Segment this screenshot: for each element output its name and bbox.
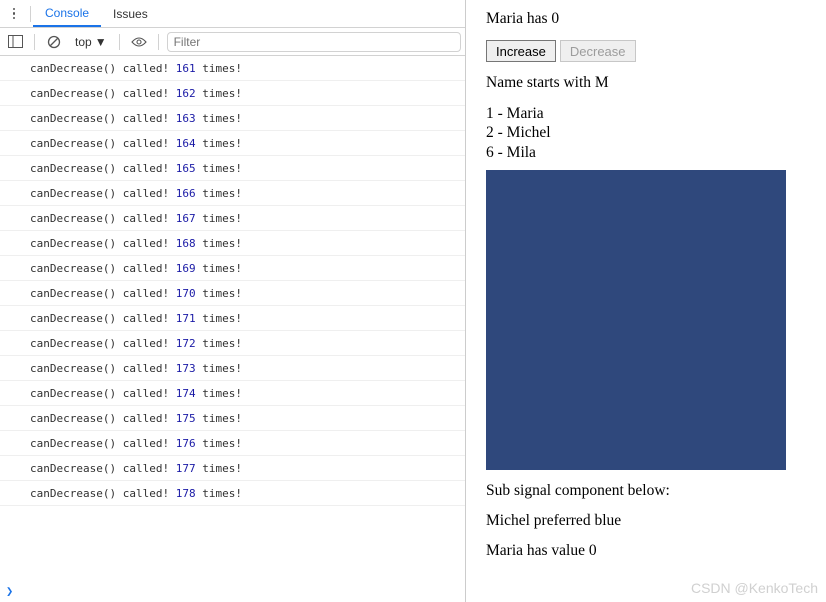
increase-button[interactable]: Increase bbox=[486, 40, 556, 62]
more-menu-icon[interactable] bbox=[4, 4, 24, 24]
log-entry: canDecrease() called! 162 times! bbox=[0, 81, 465, 106]
log-entry: canDecrease() called! 171 times! bbox=[0, 306, 465, 331]
separator bbox=[158, 34, 159, 50]
log-entry: canDecrease() called! 170 times! bbox=[0, 281, 465, 306]
log-entry: canDecrease() called! 178 times! bbox=[0, 481, 465, 506]
devtools-tabs-row: Console Issues bbox=[0, 0, 465, 28]
toggle-sidebar-icon[interactable] bbox=[4, 31, 26, 53]
log-entry: canDecrease() called! 168 times! bbox=[0, 231, 465, 256]
app-pane: Maria has 0 Increase Decrease Name start… bbox=[466, 0, 826, 602]
separator bbox=[34, 34, 35, 50]
console-toolbar: top ▼ bbox=[0, 28, 465, 56]
devtools-panel: Console Issues top ▼ canDecrease() calle… bbox=[0, 0, 466, 602]
log-entry: canDecrease() called! 172 times! bbox=[0, 331, 465, 356]
chevron-down-icon: ▼ bbox=[95, 35, 107, 49]
value-line: Maria has value 0 bbox=[486, 542, 812, 560]
separator bbox=[30, 6, 31, 22]
console-filter-input[interactable] bbox=[167, 32, 461, 52]
log-entry: canDecrease() called! 173 times! bbox=[0, 356, 465, 381]
tab-console[interactable]: Console bbox=[33, 0, 101, 27]
button-row: Increase Decrease bbox=[486, 40, 812, 62]
separator bbox=[119, 34, 120, 50]
log-entry: canDecrease() called! 176 times! bbox=[0, 431, 465, 456]
list-item: 1 - Maria bbox=[486, 104, 812, 123]
tab-issues[interactable]: Issues bbox=[101, 0, 160, 27]
log-entry: canDecrease() called! 177 times! bbox=[0, 456, 465, 481]
clear-console-icon[interactable] bbox=[43, 31, 65, 53]
context-label: top bbox=[75, 35, 92, 49]
log-entry: canDecrease() called! 165 times! bbox=[0, 156, 465, 181]
log-entry: canDecrease() called! 164 times! bbox=[0, 131, 465, 156]
log-entry: canDecrease() called! 166 times! bbox=[0, 181, 465, 206]
list-item: 2 - Michel bbox=[486, 123, 812, 142]
console-prompt[interactable]: ❯ bbox=[0, 580, 465, 602]
preferred-line: Michel preferred blue bbox=[486, 512, 812, 530]
log-entry: canDecrease() called! 169 times! bbox=[0, 256, 465, 281]
sub-signal-label: Sub signal component below: bbox=[486, 482, 812, 500]
log-entry: canDecrease() called! 175 times! bbox=[0, 406, 465, 431]
list-item: 6 - Mila bbox=[486, 143, 812, 162]
color-box bbox=[486, 170, 786, 470]
log-entry: canDecrease() called! 163 times! bbox=[0, 106, 465, 131]
eye-icon[interactable] bbox=[128, 31, 150, 53]
context-selector[interactable]: top ▼ bbox=[71, 35, 111, 49]
decrease-button: Decrease bbox=[560, 40, 636, 62]
log-entry: canDecrease() called! 174 times! bbox=[0, 381, 465, 406]
console-log-area[interactable]: canDecrease() called! 161 times!canDecre… bbox=[0, 56, 465, 580]
log-entry: canDecrease() called! 161 times! bbox=[0, 56, 465, 81]
counter-header: Maria has 0 bbox=[486, 10, 812, 28]
filter-label: Name starts with M bbox=[486, 74, 812, 92]
log-entry: canDecrease() called! 167 times! bbox=[0, 206, 465, 231]
names-list: 1 - Maria2 - Michel6 - Mila bbox=[486, 104, 812, 162]
